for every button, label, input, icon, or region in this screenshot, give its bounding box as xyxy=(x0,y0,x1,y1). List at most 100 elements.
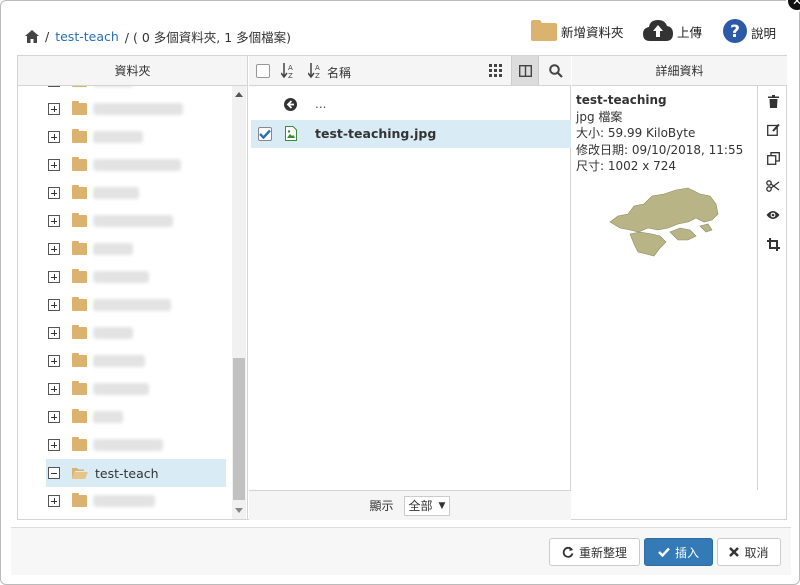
folder-icon xyxy=(72,86,87,87)
refresh-button[interactable]: 重新整理 xyxy=(549,538,640,566)
folder-icon xyxy=(72,101,87,115)
file-name: test-teaching.jpg xyxy=(315,126,437,141)
parent-folder-row[interactable]: ... xyxy=(251,90,571,118)
scroll-down-arrow-icon[interactable] xyxy=(235,508,243,513)
new-folder-button[interactable]: 新增資料夾 xyxy=(531,19,624,44)
check-icon xyxy=(259,129,271,139)
refresh-icon xyxy=(562,546,574,558)
file-list-footer: 顯示 全部 ▼ xyxy=(249,490,571,520)
tree-folder[interactable] xyxy=(48,238,133,260)
blurred-folder-name xyxy=(93,215,173,227)
breadcrumb-current-folder[interactable]: test-teach xyxy=(55,29,119,44)
check-icon xyxy=(658,547,670,557)
file-list-header: AZ AZ 名稱 xyxy=(249,56,571,86)
blurred-folder-name xyxy=(93,327,133,339)
folder-icon xyxy=(72,325,87,339)
expand-icon[interactable] xyxy=(48,159,60,171)
svg-text:A: A xyxy=(315,64,320,72)
edit-icon[interactable] xyxy=(765,121,781,137)
tree-folder[interactable] xyxy=(48,378,149,400)
search-icon[interactable] xyxy=(549,64,563,81)
expand-icon[interactable] xyxy=(48,327,60,339)
columns-view-button[interactable] xyxy=(511,56,539,85)
sort-name-icon[interactable]: AZ xyxy=(307,63,322,82)
new-folder-label: 新增資料夾 xyxy=(561,25,624,40)
expand-icon[interactable] xyxy=(48,243,60,255)
tree-folder[interactable] xyxy=(48,182,139,204)
tree-folder[interactable] xyxy=(48,126,143,148)
detail-dimensions: 尺寸: 1002 x 724 xyxy=(576,159,677,173)
tree-folder[interactable] xyxy=(48,434,163,456)
expand-icon[interactable] xyxy=(48,355,60,367)
question-icon: ? xyxy=(723,19,747,46)
eye-icon[interactable] xyxy=(765,207,781,223)
expand-icon[interactable] xyxy=(48,495,60,507)
blurred-folder-name xyxy=(93,86,133,87)
tree-folder[interactable] xyxy=(48,86,133,92)
insert-label: 插入 xyxy=(674,545,699,560)
show-label: 顯示 xyxy=(369,499,394,513)
blurred-folder-name xyxy=(93,187,139,199)
expand-icon[interactable] xyxy=(48,131,60,143)
cancel-button[interactable]: 取消 xyxy=(717,538,781,566)
grid-view-icon[interactable] xyxy=(489,64,502,80)
name-column-title[interactable]: 名稱 xyxy=(327,64,351,81)
home-icon[interactable] xyxy=(25,30,39,43)
expand-icon[interactable] xyxy=(48,103,60,115)
folder-icon xyxy=(72,409,87,423)
image-file-icon xyxy=(285,126,297,144)
parent-folder-label: ... xyxy=(315,97,327,111)
blurred-folder-name xyxy=(93,495,155,507)
tree-folder[interactable] xyxy=(48,490,155,512)
blurred-folder-name xyxy=(93,103,183,115)
blurred-folder-name xyxy=(93,439,163,451)
blurred-folder-name xyxy=(93,131,143,143)
scroll-up-arrow-icon[interactable] xyxy=(235,92,243,97)
tree-scrollbar[interactable] xyxy=(232,86,246,519)
insert-button[interactable]: 插入 xyxy=(644,538,713,566)
blurred-folder-name xyxy=(93,271,149,283)
tree-folder-selected[interactable]: test-teach xyxy=(48,462,159,484)
crop-icon[interactable] xyxy=(765,236,781,252)
folder-icon xyxy=(72,269,87,283)
tree-folder[interactable] xyxy=(48,294,171,316)
expand-icon[interactable] xyxy=(48,86,60,87)
select-all-checkbox[interactable] xyxy=(256,64,270,78)
file-row[interactable]: test-teaching.jpg xyxy=(251,120,571,148)
folder-icon xyxy=(531,19,557,44)
help-button[interactable]: ? 說明 xyxy=(723,19,776,46)
expand-icon[interactable] xyxy=(48,271,60,283)
sort-alpha-icon[interactable]: AZ xyxy=(280,63,295,82)
breadcrumb-info: / ( 0 多個資料夾, 1 多個檔案) xyxy=(124,30,291,45)
tree-folder[interactable] xyxy=(48,154,181,176)
trash-icon[interactable] xyxy=(765,93,781,109)
file-filter-value: 全部 xyxy=(408,499,433,513)
folder-icon xyxy=(72,185,87,199)
file-browser-panels: 資料夾 test-teach A Z A Z 名稱 ... test-teach… xyxy=(17,55,787,520)
tree-folder[interactable] xyxy=(48,350,145,372)
copy-icon[interactable] xyxy=(765,150,781,166)
scissors-icon[interactable] xyxy=(765,178,781,194)
expand-icon[interactable] xyxy=(48,187,60,199)
tree-folder[interactable] xyxy=(48,98,183,120)
tree-folder[interactable] xyxy=(48,406,123,428)
expand-icon[interactable] xyxy=(48,215,60,227)
tree-folder[interactable] xyxy=(48,266,149,288)
file-checkbox-checked[interactable] xyxy=(258,127,272,141)
svg-text:?: ? xyxy=(730,22,740,42)
expand-icon[interactable] xyxy=(48,299,60,311)
tree-folder[interactable] xyxy=(48,322,133,344)
collapse-icon[interactable] xyxy=(48,467,60,479)
tree-folder[interactable] xyxy=(48,210,173,232)
breadcrumb-separator: / xyxy=(45,29,50,44)
expand-icon[interactable] xyxy=(48,439,60,451)
folder-icon xyxy=(72,493,87,507)
cancel-label: 取消 xyxy=(744,545,769,560)
expand-icon[interactable] xyxy=(48,383,60,395)
scrollbar-thumb[interactable] xyxy=(233,358,245,500)
file-details: test-teaching jpg 檔案 大小: 59.99 KiloByte … xyxy=(576,92,743,175)
file-filter-select[interactable]: 全部 ▼ xyxy=(403,495,451,516)
upload-button[interactable]: 上傳 xyxy=(643,19,702,44)
blurred-folder-name xyxy=(93,243,133,255)
expand-icon[interactable] xyxy=(48,411,60,423)
